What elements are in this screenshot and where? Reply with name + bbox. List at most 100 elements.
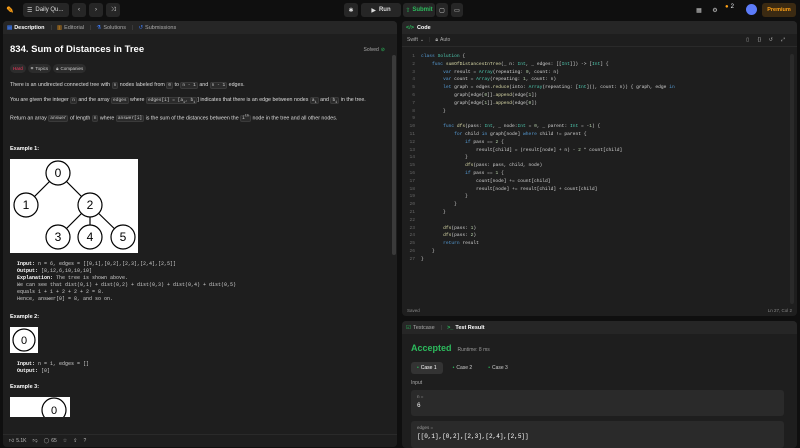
code-text: } [421, 155, 468, 161]
code-text: func sumOfDistancesInTree(_ n: Int, _ ed… [432, 61, 609, 67]
code-line: 4 var count = Array(repeating: 1, count:… [402, 76, 797, 84]
dislike-button[interactable]: 👎︎ [33, 438, 38, 444]
code-text: } [421, 256, 424, 262]
line-number: 22 [409, 217, 415, 223]
code-line: 26 } [402, 248, 797, 256]
comment-icon: ◯ [43, 438, 50, 444]
prev-problem-button[interactable]: ‹ [72, 3, 86, 17]
check-circle-icon: ⊘ [380, 47, 385, 53]
layout-icon[interactable]: ▦ [693, 3, 705, 17]
chevron-right-icon: › [95, 7, 97, 13]
line-number: 6 [412, 92, 415, 98]
case-tab-3[interactable]: • Case 3 [482, 362, 514, 374]
code-line: 8 } [402, 108, 797, 116]
tab-solutions[interactable]: ⚗ Solutions [96, 25, 126, 31]
submit-button[interactable]: ⇧ Submit [403, 3, 435, 17]
code-line: 15 dfs(pass: pass, child, node) [402, 162, 797, 170]
checkbox-icon: ☑ [406, 324, 411, 331]
shuffle-icon: ⤨ [110, 6, 116, 13]
tab-submissions[interactable]: ↺ Submissions [138, 25, 176, 31]
settings-icon[interactable]: ⚙ [709, 3, 721, 17]
logo-icon[interactable]: ✎ [5, 4, 15, 16]
reset-icon[interactable]: ↺ [769, 37, 773, 43]
run-button[interactable]: ▶ Run [361, 3, 401, 17]
example-2-label: Example 2: [10, 314, 40, 321]
code-line: 17 count[node] += count[child] [402, 178, 797, 186]
paragraph-2: You are given the integer n and the arra… [10, 97, 366, 105]
comments-button[interactable]: ◯ 65 [44, 438, 57, 444]
topics-button[interactable]: ⌗ Topics [27, 64, 52, 73]
tree-diagram: 0 1 2 3 4 5 [10, 159, 138, 254]
line-number: 3 [412, 69, 415, 75]
note-icon: ▢ [439, 7, 445, 14]
next-problem-button[interactable]: › [89, 3, 103, 17]
bookmark-icon[interactable]: ▯ [746, 37, 749, 43]
favorite-button[interactable]: ☆ [63, 438, 67, 444]
premium-button[interactable]: Premium [762, 3, 796, 17]
solved-badge: Solved ⊘ [363, 47, 386, 53]
fullscreen-icon[interactable]: ⤢ [781, 37, 785, 43]
tab-editorial[interactable]: ▥ Editorial [57, 25, 84, 31]
star-icon: ☆ [62, 438, 68, 444]
code-line: 5 let graph = edges.reduce(into: Array(r… [402, 84, 797, 92]
code-text: graph[edge[0]].append(edge[1]) [421, 92, 537, 98]
code-text: func dfs(pass: Int, _ node:Int = 0, _ pa… [443, 124, 601, 130]
line-number: 21 [409, 209, 415, 215]
top-bar: ✎ ☰ Daily Qu... ‹ › ⤨ ✱ ▶ Run ⇧ Submit ▢… [0, 0, 800, 20]
companies-button[interactable]: 🔒︎ Companies [53, 64, 87, 73]
tag-icon: ⌗ [30, 65, 34, 71]
node-label: 0 [55, 166, 62, 180]
format-icon[interactable]: {} [758, 37, 761, 43]
node-label: 3 [55, 230, 62, 244]
code-line: 6 graph[edge[0]].append(edge[1]) [402, 92, 797, 100]
status-text: Accepted [411, 343, 452, 353]
share-button[interactable]: ⇪ [73, 438, 77, 444]
fire-icon: ● [725, 4, 729, 10]
code-text: return result [443, 241, 479, 247]
tab-description[interactable]: ▤ Description [7, 25, 44, 31]
avatar[interactable] [746, 4, 757, 15]
test-panel: ☑ Testcase | >_ Test Result Accepted Run… [402, 321, 797, 448]
case-tab-1[interactable]: • Case 1 [411, 362, 443, 374]
code-line: 2 func sumOfDistancesInTree(_ n: Int, _ … [402, 61, 797, 69]
editor-scrollbar[interactable] [790, 54, 794, 304]
code-text: } [421, 108, 446, 114]
difficulty-badge[interactable]: Hard [10, 64, 26, 73]
line-number: 12 [409, 139, 415, 145]
check-dot-icon: • [452, 365, 455, 371]
node-label: 5 [120, 230, 127, 244]
description-scrollbar[interactable] [392, 55, 396, 255]
problem-list-button[interactable]: ☰ Daily Qu... [23, 3, 69, 17]
tab-test-result[interactable]: >_ Test Result [447, 325, 485, 331]
svg-text:0: 0 [21, 335, 27, 347]
node-label: 4 [87, 230, 94, 244]
chat-button[interactable]: ▭ [451, 3, 463, 17]
notes-button[interactable]: ▢ [436, 3, 448, 17]
shuffle-button[interactable]: ⤨ [106, 3, 120, 17]
like-button[interactable]: 👍︎ 5.1K [9, 438, 27, 444]
code-text: dfs(pass: 2) [443, 233, 477, 239]
streak-counter[interactable]: ● 2 [725, 4, 734, 10]
language-select[interactable]: Swift ⌄ [407, 37, 424, 43]
line-number: 24 [409, 233, 415, 239]
code-text: if pass == 2 { [465, 139, 504, 145]
example-3-label: Example 3: [10, 384, 40, 391]
code-text: } [421, 194, 468, 200]
example-1-label: Example 1: [10, 146, 40, 153]
lock-icon: 🔒︎ [435, 37, 439, 43]
tab-divider: | [440, 324, 443, 331]
line-number: 2 [412, 61, 415, 67]
case-tab-2[interactable]: • Case 2 [447, 362, 479, 374]
code-text: result[node] += result[child] + count[ch… [421, 186, 598, 192]
share-icon: ⇪ [73, 438, 78, 444]
code-line: 13 result[child] = (result[node] + n) - … [402, 147, 797, 155]
code-text: dfs(pass: pass, child, node) [465, 163, 543, 169]
code-panel-header: </> Code [402, 21, 797, 34]
help-button[interactable]: ? [83, 438, 86, 444]
auto-complete-toggle[interactable]: 🔒︎ Auto [435, 37, 450, 43]
code-line: 11 for child in graph[node] where child … [402, 131, 797, 139]
debug-button[interactable]: ✱ [344, 3, 358, 17]
code-editor[interactable]: 1 class Solution {2 func sumOfDistancesIn… [402, 52, 797, 292]
tab-testcase[interactable]: ☑ Testcase [406, 325, 435, 331]
edges-value-box: edges = [[0,1],[0,2],[2,3],[2,4],[2,5]] [411, 421, 784, 448]
